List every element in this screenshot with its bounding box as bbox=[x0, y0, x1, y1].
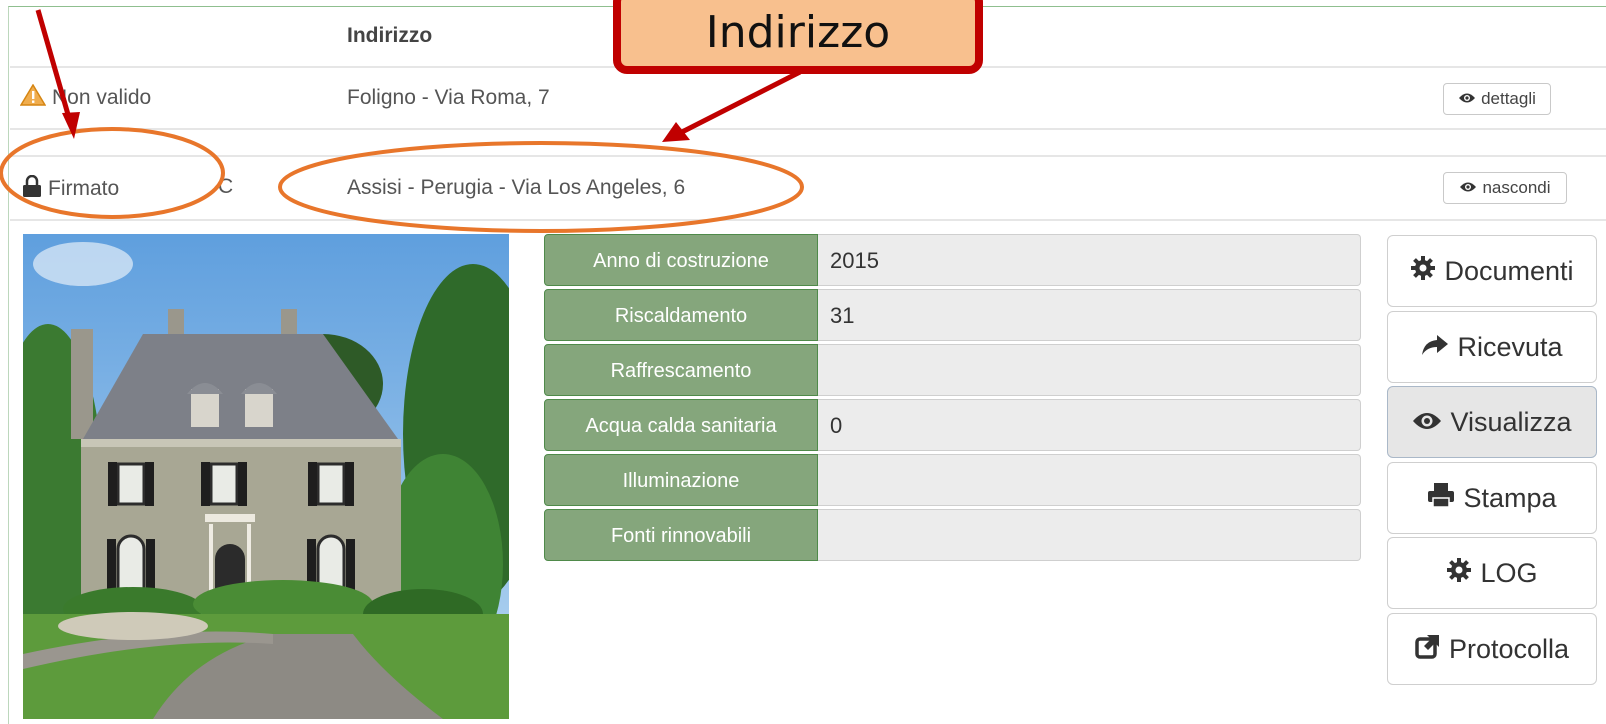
receipt-button[interactable]: Ricevuta bbox=[1387, 311, 1597, 383]
detail-row: Riscaldamento 31 bbox=[544, 289, 1361, 341]
details-table: Anno di costruzione 2015 Riscaldamento 3… bbox=[544, 234, 1361, 564]
address-cell: Foligno - Via Roma, 7 bbox=[347, 86, 550, 109]
detail-label: Illuminazione bbox=[544, 454, 818, 506]
address-callout: Indirizzo bbox=[613, 0, 983, 74]
detail-value: 31 bbox=[818, 289, 1361, 341]
gear-icon bbox=[1446, 557, 1472, 590]
column-header-address: Indirizzo bbox=[347, 24, 433, 47]
detail-value: 2015 bbox=[818, 234, 1361, 286]
log-button-label: LOG bbox=[1480, 557, 1538, 588]
hide-button[interactable]: nascondi bbox=[1443, 172, 1567, 204]
status-label: Firmato bbox=[48, 177, 120, 200]
detail-row: Anno di costruzione 2015 bbox=[544, 234, 1361, 286]
status-cell: Non valido bbox=[19, 83, 152, 112]
building-photo bbox=[23, 234, 509, 719]
eye-icon bbox=[1412, 407, 1442, 438]
share-arrow-icon bbox=[1421, 332, 1449, 363]
eye-icon bbox=[1459, 178, 1477, 198]
detail-label: Acqua calda sanitaria bbox=[544, 399, 818, 451]
row-divider bbox=[10, 128, 1606, 130]
detail-label: Raffrescamento bbox=[544, 344, 818, 396]
documents-button[interactable]: Documenti bbox=[1387, 235, 1597, 307]
log-button[interactable]: LOG bbox=[1387, 537, 1597, 609]
detail-value: 0 bbox=[818, 399, 1361, 451]
detail-row: Acqua calda sanitaria 0 bbox=[544, 399, 1361, 451]
detail-value bbox=[818, 454, 1361, 506]
detail-label: Fonti rinnovabili bbox=[544, 509, 818, 561]
print-button[interactable]: Stampa bbox=[1387, 462, 1597, 534]
address-cell: Assisi - Perugia - Via Los Angeles, 6 bbox=[347, 176, 686, 199]
protocol-button[interactable]: Protocolla bbox=[1387, 613, 1597, 685]
detail-row: Fonti rinnovabili bbox=[544, 509, 1361, 561]
gear-icon bbox=[1410, 255, 1436, 288]
detail-label: Anno di costruzione bbox=[544, 234, 818, 286]
view-button[interactable]: Visualizza bbox=[1387, 386, 1597, 458]
detail-row: Raffrescamento bbox=[544, 344, 1361, 396]
view-button-label: Visualizza bbox=[1450, 406, 1572, 437]
status-cell: Firmato bbox=[22, 174, 120, 203]
printer-icon bbox=[1427, 482, 1455, 515]
warning-icon bbox=[19, 83, 47, 112]
row-divider bbox=[10, 155, 1606, 157]
documents-button-label: Documenti bbox=[1444, 255, 1574, 286]
status-label: Non valido bbox=[52, 86, 152, 109]
row-extra-cell: C bbox=[218, 175, 234, 198]
row-divider bbox=[10, 219, 1606, 221]
hide-button-label: nascondi bbox=[1482, 178, 1551, 197]
external-link-icon bbox=[1415, 633, 1441, 666]
detail-row: Illuminazione bbox=[544, 454, 1361, 506]
details-button-label: dettagli bbox=[1481, 89, 1536, 108]
detail-value bbox=[818, 344, 1361, 396]
detail-value bbox=[818, 509, 1361, 561]
print-button-label: Stampa bbox=[1463, 482, 1557, 513]
protocol-button-label: Protocolla bbox=[1448, 633, 1570, 664]
eye-icon bbox=[1458, 89, 1476, 109]
detail-label: Riscaldamento bbox=[544, 289, 818, 341]
lock-icon bbox=[22, 174, 42, 203]
details-button[interactable]: dettagli bbox=[1443, 83, 1551, 115]
receipt-button-label: Ricevuta bbox=[1457, 331, 1563, 362]
